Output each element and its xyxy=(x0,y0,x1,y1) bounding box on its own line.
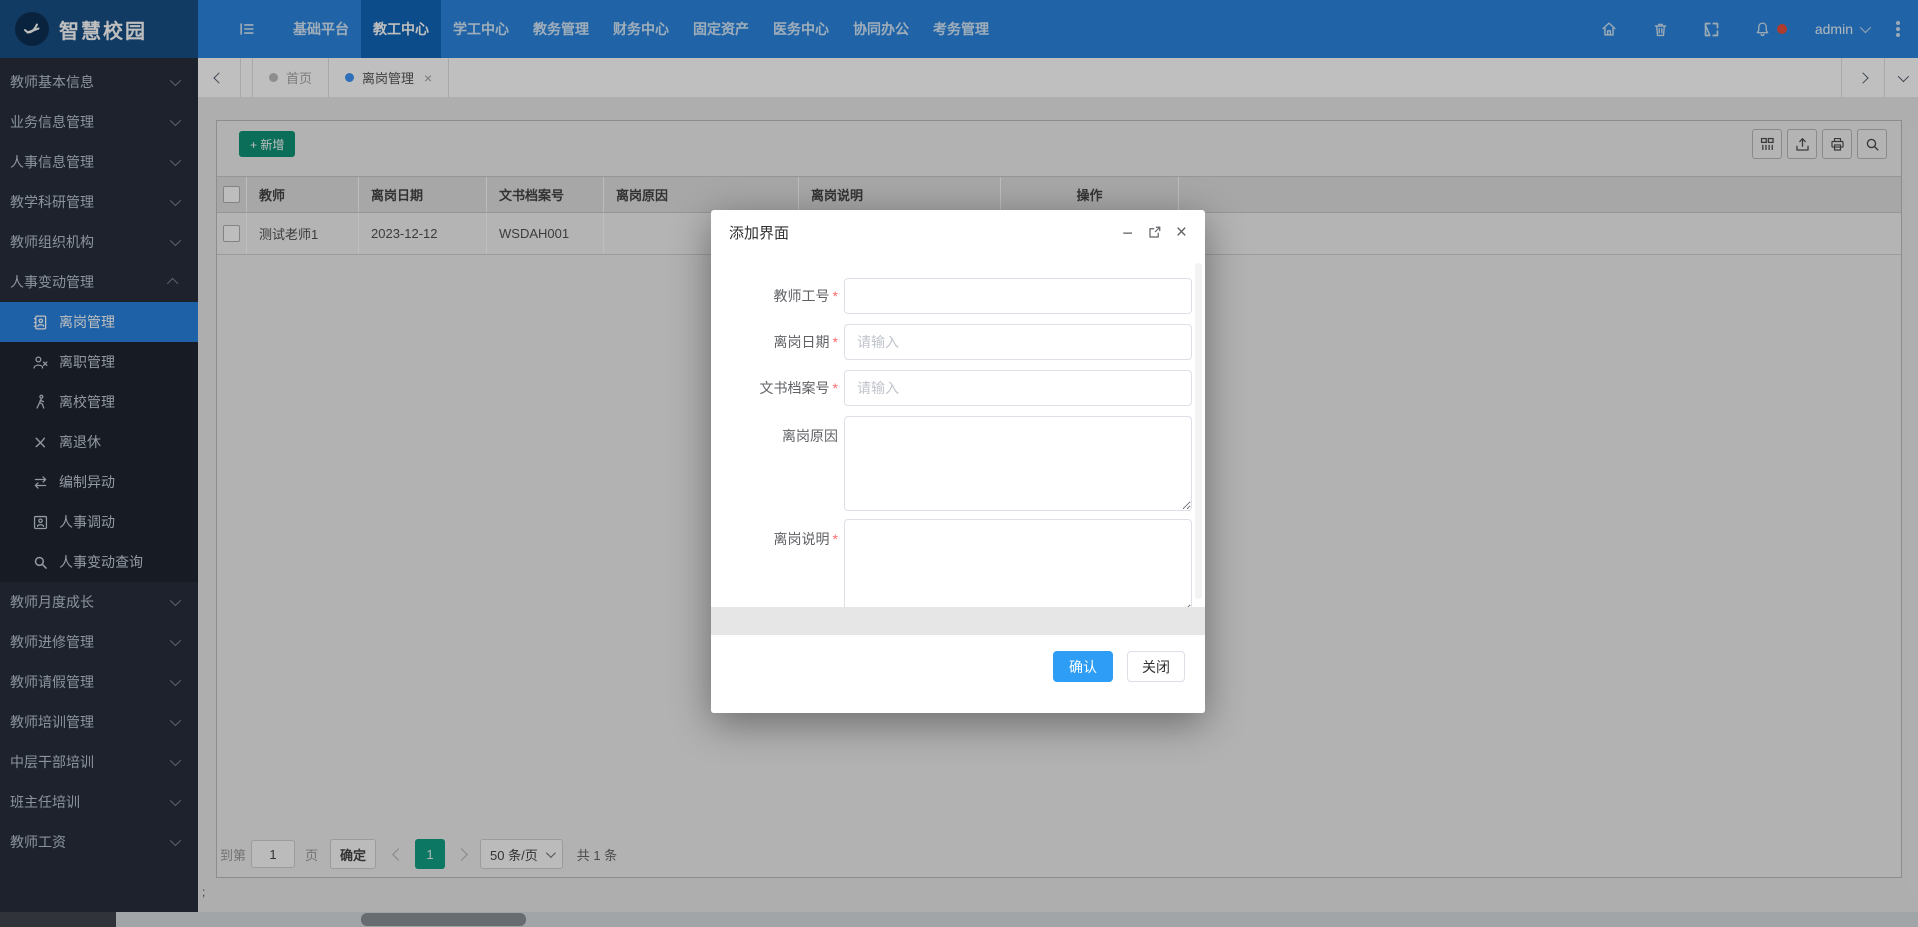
required-mark: * xyxy=(833,380,838,396)
form-row-note: 离岗说明* xyxy=(722,519,1205,607)
modal-title: 添加界面 xyxy=(729,222,1122,243)
field-label: 教师工号* xyxy=(722,278,838,314)
reason-textarea[interactable] xyxy=(844,416,1192,511)
app-root: 智慧校园 基础平台 教工中心 学工中心 教务管理 财务中心 固定资产 医务中心 … xyxy=(0,0,1918,927)
modal-header[interactable]: 添加界面 − × xyxy=(711,210,1205,255)
maximize-icon[interactable] xyxy=(1147,225,1162,240)
modal-divider-band xyxy=(711,607,1205,635)
required-mark: * xyxy=(833,334,838,350)
field-label: 离岗原因 xyxy=(722,416,838,511)
close-button[interactable]: 关闭 xyxy=(1127,651,1185,682)
teacher-id-input[interactable] xyxy=(844,278,1192,314)
form-row-teacher-id: 教师工号* xyxy=(722,278,1205,314)
modal-scrollbar[interactable] xyxy=(1195,263,1202,599)
form-row-reason: 离岗原因 xyxy=(722,416,1205,511)
field-label: 离岗日期* xyxy=(722,324,838,360)
note-textarea[interactable] xyxy=(844,519,1192,607)
field-label: 离岗说明* xyxy=(722,519,838,607)
add-record-modal: 添加界面 − × 教师工号* 离岗日期* 文书档案号* xyxy=(711,210,1205,713)
confirm-button[interactable]: 确认 xyxy=(1053,651,1113,682)
required-mark: * xyxy=(833,288,838,304)
doc-no-input[interactable] xyxy=(844,370,1192,406)
leave-date-input[interactable] xyxy=(844,324,1192,360)
modal-footer: 确认 关闭 xyxy=(711,635,1205,713)
field-label: 文书档案号* xyxy=(722,370,838,406)
close-icon[interactable]: × xyxy=(1176,223,1187,242)
modal-window-controls: − × xyxy=(1122,223,1187,242)
minimize-icon[interactable]: − xyxy=(1122,224,1133,242)
form-row-leave-date: 离岗日期* xyxy=(722,324,1205,360)
form-row-doc-no: 文书档案号* xyxy=(722,370,1205,406)
modal-body: 教师工号* 离岗日期* 文书档案号* 离岗原因 离岗说明* xyxy=(711,255,1205,607)
required-mark: * xyxy=(833,531,838,547)
